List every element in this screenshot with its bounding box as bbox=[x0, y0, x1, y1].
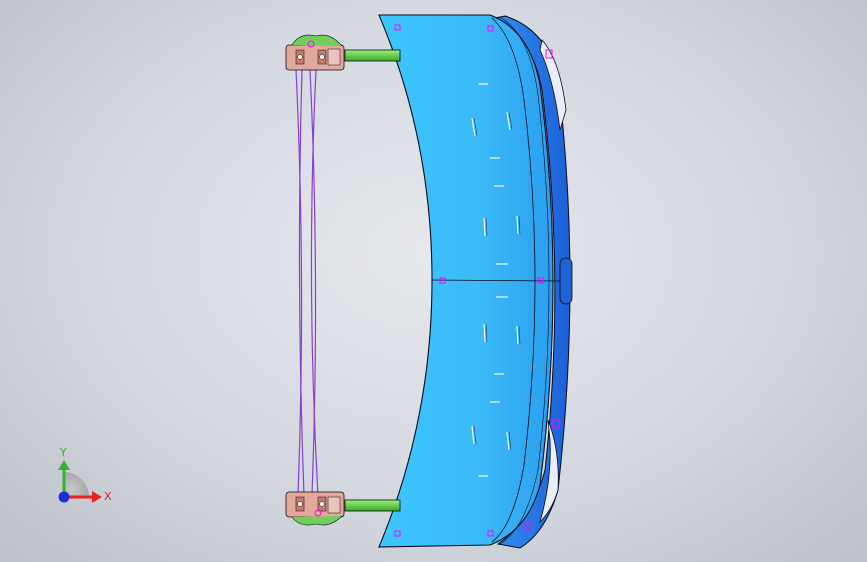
lower-mount-bracket[interactable] bbox=[285, 491, 345, 526]
triad-y-label: Y bbox=[59, 446, 67, 459]
triad-y-arrow-icon bbox=[58, 460, 70, 470]
triad-z-axis-icon bbox=[58, 491, 70, 503]
triad-x-label: X bbox=[104, 490, 112, 503]
rear-wing-model[interactable] bbox=[285, 14, 573, 549]
upper-support-strut[interactable] bbox=[344, 49, 401, 62]
upper-mount-bracket[interactable] bbox=[285, 34, 345, 71]
lower-support-strut[interactable] bbox=[344, 499, 401, 512]
reference-triad: Y X bbox=[58, 446, 112, 503]
triad-x-arrow-icon bbox=[92, 491, 102, 503]
tension-cables[interactable] bbox=[295, 69, 319, 497]
center-mount-slot[interactable] bbox=[559, 257, 573, 305]
cad-graphics-viewport[interactable]: Y X bbox=[0, 0, 867, 562]
